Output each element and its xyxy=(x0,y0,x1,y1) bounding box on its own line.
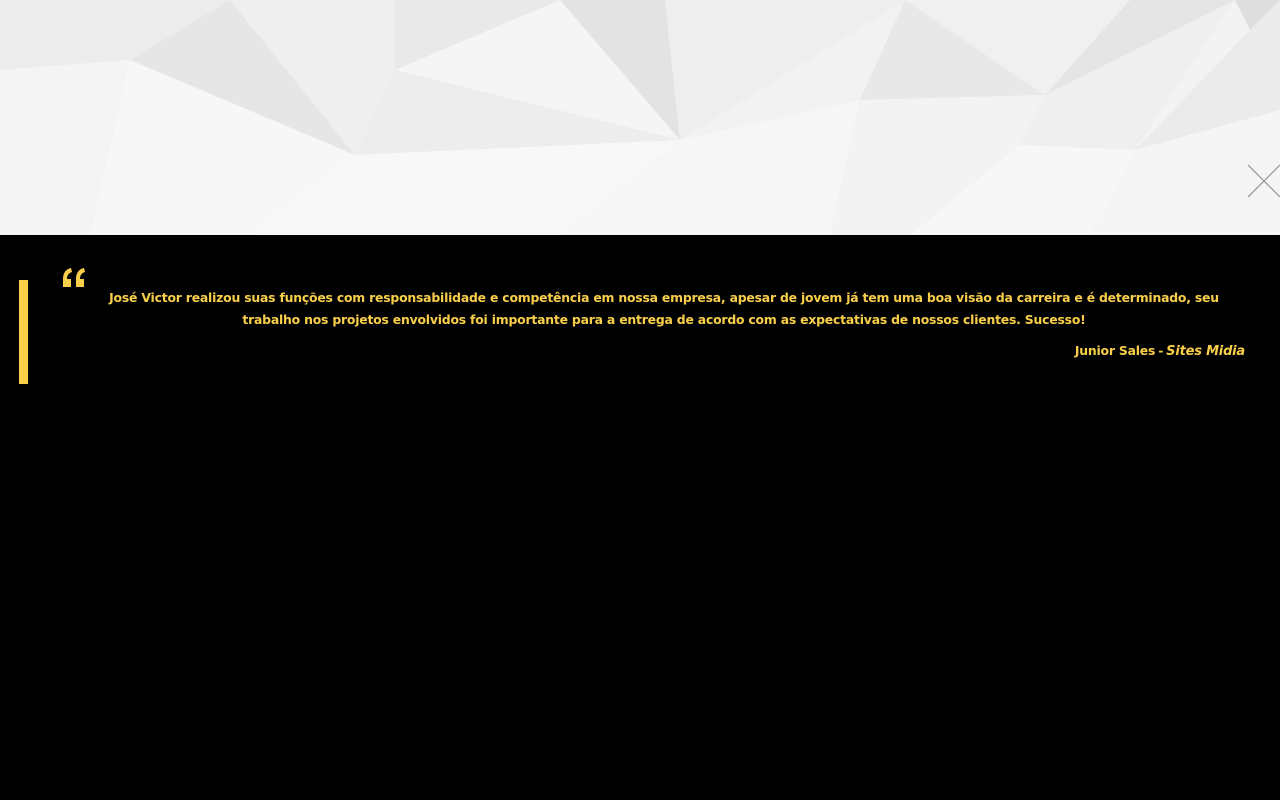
hero-banner xyxy=(0,0,1280,235)
testimonial-text: José Victor realizou suas funções com re… xyxy=(109,290,1219,327)
author-name: Junior Sales xyxy=(1074,343,1156,358)
quote-open-icon xyxy=(61,265,87,291)
close-button[interactable] xyxy=(1242,160,1280,202)
close-x-icon xyxy=(1247,164,1280,198)
low-poly-background xyxy=(0,0,1280,235)
author-company: Sites Midia xyxy=(1166,344,1245,359)
testimonial-section: José Victor realizou suas funções com re… xyxy=(0,235,1280,800)
accent-bar xyxy=(19,280,28,384)
testimonial-author: Junior Sales - Sites Midia xyxy=(1075,341,1245,362)
page: José Victor realizou suas funções com re… xyxy=(0,0,1280,800)
author-separator: - xyxy=(1158,343,1164,358)
